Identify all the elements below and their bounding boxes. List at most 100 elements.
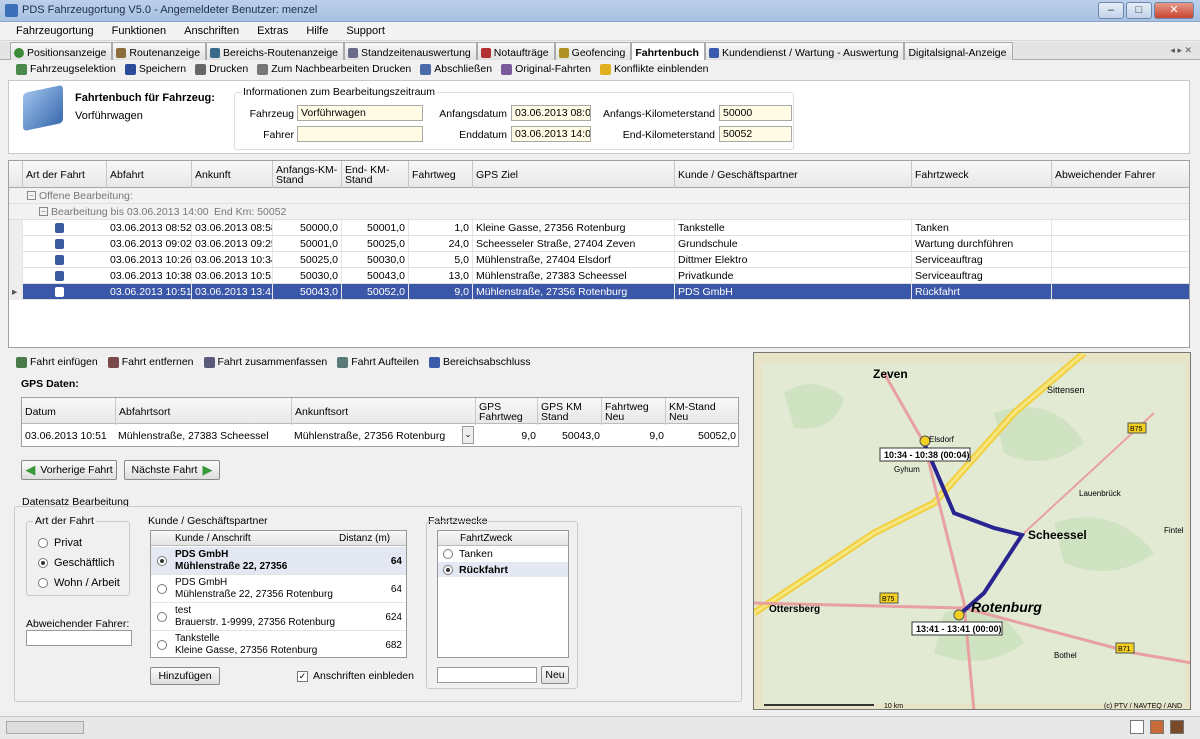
abweichender-fahrer-input[interactable] [26,630,132,646]
radio-privat[interactable]: Privat [38,537,82,549]
speichern-button[interactable]: Speichern [124,63,186,75]
menu-support[interactable]: Support [346,25,385,37]
gps-col-fahrtweg[interactable]: GPS Fahrtweg [476,398,538,425]
kunde-radio[interactable] [157,640,167,650]
group-row-offene[interactable]: − Offene Bearbeitung: [9,188,1189,204]
table-row[interactable]: 03.06.2013 10:26 03.06.2013 10:34 50025,0 5… [9,252,1189,268]
row-indicator[interactable]: ▸ [9,284,23,300]
col-fahrtweg[interactable]: Fahrtweg [409,161,473,188]
collapse-icon[interactable]: − [39,207,48,216]
fahrt-zusammenfassen-button[interactable]: Fahrt zusammenfassen [203,356,327,368]
vorherige-fahrt-button[interactable]: ◀ Vorherige Fahrt [21,460,117,480]
col-end-km[interactable]: End- KM-Stand [342,161,409,188]
neu-button[interactable]: Neu [541,666,569,684]
row-indicator[interactable] [9,236,23,252]
col-gps-ziel[interactable]: GPS Ziel [473,161,675,188]
table-cell: Serviceauftrag [912,268,1052,284]
gps-col-km-neu[interactable]: KM-Stand Neu [666,398,740,425]
bereichsabschluss-button[interactable]: Bereichsabschluss [428,356,531,368]
radio-geschaeftlich[interactable]: Geschäftlich [38,557,115,569]
tab-scroll-arrows[interactable]: ◂ ▸ ✕ [1170,45,1192,56]
abschliessen-button[interactable]: Abschließen [420,63,492,75]
fahrt-einfuegen-button[interactable]: Fahrt einfügen [16,356,98,368]
close-button[interactable]: ✕ [1154,2,1194,19]
tab-kundendienst[interactable]: Kundendienst / Wartung - Auswertung [704,42,905,60]
gps-col-abfahrtsort[interactable]: Abfahrtsort [116,398,292,425]
col-anfangs-km[interactable]: Anfangs-KM-Stand [273,161,342,188]
status-icon-3[interactable] [1170,720,1184,734]
enddatum-field[interactable]: 03.06.2013 14:00 [511,126,591,142]
map-canvas[interactable]: 10:34 - 10:38 (00:04) 13:41 - 13:41 (00:… [754,353,1191,710]
konflikte-button[interactable]: Konflikte einblenden [599,63,709,75]
tab-fahrtenbuch[interactable]: Fahrtenbuch [631,42,705,60]
fahrt-aufteilen-button[interactable]: Fahrt Aufteilen [337,356,419,368]
col-fahrtzweck[interactable]: Fahrtzweck [912,161,1052,188]
gps-col-fahrtweg-neu[interactable]: Fahrtweg Neu [602,398,666,425]
kunde-radio[interactable] [157,556,167,566]
gps-row[interactable]: 03.06.2013 10:51 Mühlenstraße, 27383 Sch… [22,425,738,445]
gps-col-ankunftsort[interactable]: Ankunftsort [292,398,476,425]
table-row[interactable]: ▸ 03.06.2013 10:51 03.06.2013 13:41 50043,0… [9,284,1189,300]
map-view[interactable]: 10:34 - 10:38 (00:04) 13:41 - 13:41 (00:… [753,352,1191,710]
tab-notauftraege[interactable]: Notaufträge [476,42,555,60]
anfangsdatum-field[interactable]: 03.06.2013 08:00 [511,105,591,121]
hinzufuegen-button[interactable]: Hinzufügen [150,667,220,685]
row-indicator[interactable] [9,220,23,236]
kunde-radio[interactable] [157,612,167,622]
fahrzeugselektion-button[interactable]: Fahrzeugselektion [16,63,116,75]
col-kunde[interactable]: Kunde / Geschäftspartner [675,161,912,188]
group-row-bearbeitung[interactable]: − Bearbeitung bis 03.06.2013 14:00 End K… [9,204,1189,220]
col-art[interactable]: Art der Fahrt [23,161,107,188]
menu-anschriften[interactable]: Anschriften [184,25,239,37]
table-row[interactable]: 03.06.2013 10:38 03.06.2013 10:51 50030,0 5… [9,268,1189,284]
nachbearbeiten-drucken-button[interactable]: Zum Nachbearbeiten Drucken [257,63,411,75]
kunde-row[interactable]: Tankstelle Kleine Gasse, 27356 Rotenburg 6… [151,631,406,657]
endkm-field[interactable]: 50052 [719,126,792,142]
fahrzeug-field[interactable]: Vorführwagen [297,105,423,121]
row-indicator[interactable] [9,252,23,268]
col-abfahrt[interactable]: Abfahrt [107,161,192,188]
kunde-radio[interactable] [157,584,167,594]
row-indicator[interactable] [9,268,23,284]
original-fahrten-button[interactable]: Original-Fahrten [501,63,591,75]
tab-bereichs-routenanzeige[interactable]: Bereichs-Routenanzeige [206,42,345,60]
col-abweichender-fahrer[interactable]: Abweichender Fahrer [1052,161,1189,188]
radio-wohn-arbeit[interactable]: Wohn / Arbeit [38,577,120,589]
zweck-row-tanken[interactable]: Tanken [438,547,568,561]
zweck-row-rueckfahrt[interactable]: Rückfahrt [438,562,568,577]
col-ankunft[interactable]: Ankunft [192,161,273,188]
status-icon-1[interactable] [1130,720,1144,734]
status-icon-2[interactable] [1150,720,1164,734]
zweck-new-input[interactable] [437,667,537,683]
zweck-col[interactable]: FahrtZweck [460,533,512,544]
minimize-button[interactable]: – [1098,2,1124,19]
anfangskm-field[interactable]: 50000 [719,105,792,121]
anschriften-checkbox[interactable]: ✓ Anschriften einbleden [297,670,414,682]
drucken-button[interactable]: Drucken [195,63,248,75]
fahrer-field[interactable] [297,126,423,142]
tab-standzeitenauswertung[interactable]: Standzeitenauswertung [344,42,477,60]
menu-fahrzeugortung[interactable]: Fahrzeugortung [16,25,94,37]
tab-digitalsignal[interactable]: Digitalsignal-Anzeige [904,42,1013,60]
naechste-fahrt-button[interactable]: Nächste Fahrt ▶ [124,460,220,480]
table-row[interactable]: 03.06.2013 09:02 03.06.2013 09:25 50001,0 5… [9,236,1189,252]
collapse-icon[interactable]: − [27,191,36,200]
ankunftsort-dropdown[interactable]: ⌄ [462,426,474,444]
tab-geofencing[interactable]: Geofencing [554,42,632,60]
kunde-row[interactable]: test Brauerstr. 1-9999, 27356 Rotenburg 62… [151,603,406,631]
fahrt-entfernen-button[interactable]: Fahrt entfernen [107,356,194,368]
kunde-row[interactable]: PDS GmbH Mühlenstraße 22, 27356 Rotenburg… [151,575,406,603]
menu-extras[interactable]: Extras [257,25,288,37]
table-row[interactable]: 03.06.2013 08:52 03.06.2013 08:58 50000,0 5… [9,220,1189,236]
tab-routenanzeige[interactable]: Routenanzeige [112,42,207,60]
gps-col-km[interactable]: GPS KM Stand [538,398,602,425]
gps-col-datum[interactable]: Datum [22,398,116,425]
tab-positionsanzeige[interactable]: Positionsanzeige [10,42,113,60]
stop-marker-rotenburg[interactable] [953,609,965,621]
kunde-row[interactable]: PDS GmbH Mühlenstraße 22, 27356 64 [151,547,406,575]
kunde-col-distanz[interactable]: Distanz (m) [339,533,390,544]
maximize-button[interactable]: □ [1126,2,1152,19]
menu-hilfe[interactable]: Hilfe [306,25,328,37]
kunde-col-anschrift[interactable]: Kunde / Anschrift [175,533,251,544]
menu-funktionen[interactable]: Funktionen [112,25,166,37]
